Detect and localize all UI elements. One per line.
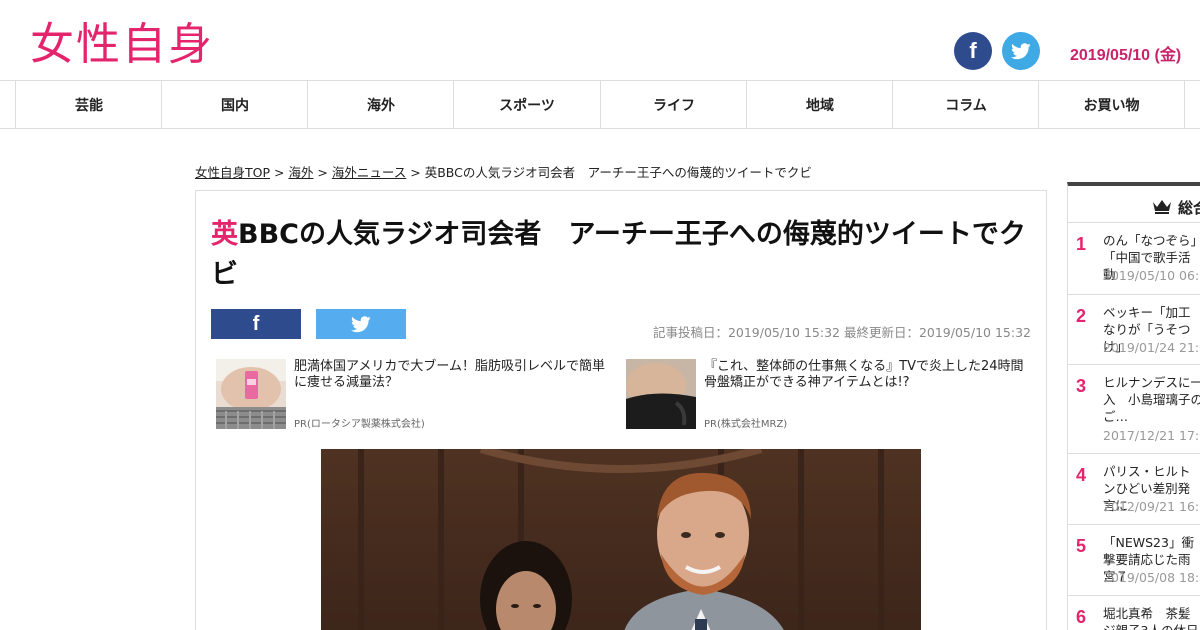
rank-number: 1 (1076, 234, 1087, 254)
rank-number: 5 (1076, 536, 1087, 556)
rank-headline[interactable]: ヒルナンデスに一入 小島瑠璃子のご… (1103, 374, 1200, 425)
rank-headline[interactable]: 堀北真希 茶髪ジ親子3人の休日で (1103, 605, 1200, 630)
breadcrumb-link-top[interactable]: 女性自身TOP (195, 165, 270, 180)
article-box: 英BBCの人気ラジオ司会者 アーチー王子への侮蔑的ツイートでクビ f 記事投稿日… (195, 190, 1047, 630)
site-logo[interactable]: 女性自身 (30, 20, 214, 70)
facebook-share-button[interactable]: f (211, 309, 301, 339)
article-meta: 記事投稿日：2019/05/10 15:32 最終更新日：2019/05/10 … (652, 325, 1031, 340)
nav-item-entertainment[interactable]: 芸能 (15, 81, 162, 129)
breadcrumb-link-overseas-news[interactable]: 海外ニュース (332, 165, 406, 180)
pr-thumbnail[interactable] (626, 359, 696, 429)
breadcrumb-current: 英BBCの人気ラジオ司会者 アーチー王子への侮蔑的ツイートでクビ (424, 165, 812, 180)
nav-item-sports[interactable]: スポーツ (453, 81, 600, 129)
ranking-item[interactable]: 4 パリス・ヒルトンひどい差別発言に 2012/09/21 16:00 (1068, 454, 1200, 525)
ranking-sidebar: 総合 1 のん「なつぞら」「中国で歌手活動 2019/05/10 06:00 2… (1067, 182, 1200, 630)
breadcrumb-separator: > (406, 165, 425, 180)
current-date: 2019/05/10 (金) (1070, 47, 1182, 64)
rank-number: 3 (1076, 376, 1087, 396)
twitter-bird-icon (1011, 42, 1031, 59)
rank-date: 2019/05/10 06:00 (1103, 268, 1200, 283)
breadcrumb-separator: > (313, 165, 332, 180)
main-nav: 芸能 国内 海外 スポーツ ライフ 地域 コラム お買い物 (0, 80, 1200, 129)
pr-item[interactable]: 肥満体国アメリカで大ブーム！脂肪吸引レベルで簡単に痩せる減量法？ PR(ロータシ… (216, 359, 611, 431)
twitter-share-button[interactable] (316, 309, 406, 339)
ranking-title: 総合 (1178, 199, 1200, 217)
breadcrumb-link-overseas[interactable]: 海外 (288, 165, 313, 180)
pr-item[interactable]: 『これ、整体師の仕事無くなる』TVで炎上した24時間骨盤矯正ができる神アイテムと… (626, 359, 1024, 431)
title-accent: 英 (211, 219, 238, 250)
ranking-item[interactable]: 1 のん「なつぞら」「中国で歌手活動 2019/05/10 06:00 (1068, 223, 1200, 295)
rank-number: 2 (1076, 306, 1087, 326)
rank-date: 2019/05/08 18:33 (1103, 570, 1200, 585)
facebook-icon[interactable]: f (954, 32, 992, 70)
nav-item-region[interactable]: 地域 (746, 81, 893, 129)
nav-item-shopping[interactable]: お買い物 (1038, 81, 1185, 129)
nav-item-life[interactable]: ライフ (600, 81, 747, 129)
rank-date: 2017/12/21 17:00 (1103, 428, 1200, 443)
ranking-item[interactable]: 6 堀北真希 茶髪ジ親子3人の休日で (1068, 596, 1200, 630)
rank-date: 2012/09/21 16:00 (1103, 499, 1200, 514)
rank-number: 6 (1076, 607, 1087, 627)
pr-headline[interactable]: 肥満体国アメリカで大ブーム！脂肪吸引レベルで簡単に痩せる減量法？ (294, 359, 614, 391)
crown-icon (1153, 200, 1171, 214)
pr-thumbnail[interactable] (216, 359, 286, 429)
breadcrumb: 女性自身TOP > 海外 > 海外ニュース > 英BBCの人気ラジオ司会者 アー… (195, 162, 812, 181)
nav-item-domestic[interactable]: 国内 (161, 81, 308, 129)
breadcrumb-separator: > (270, 165, 289, 180)
ranking-item[interactable]: 3 ヒルナンデスに一入 小島瑠璃子のご… 2017/12/21 17:00 (1068, 365, 1200, 454)
facebook-icon: f (252, 312, 260, 335)
pr-headline[interactable]: 『これ、整体師の仕事無くなる』TVで炎上した24時間骨盤矯正ができる神アイテムと… (704, 359, 1024, 391)
pr-source: PR(ロータシア製薬株式会社) (294, 419, 425, 430)
article-main-photo (321, 449, 921, 630)
title-text: BBCの人気ラジオ司会者 アーチー王子への侮蔑的ツイートでクビ (211, 219, 1026, 290)
nav-item-column[interactable]: コラム (892, 81, 1039, 129)
article-title: 英BBCの人気ラジオ司会者 アーチー王子への侮蔑的ツイートでクビ (211, 215, 1031, 295)
rank-date: 2019/01/24 21:36 (1103, 340, 1200, 355)
ranking-header: 総合 (1068, 186, 1200, 223)
rank-number: 4 (1076, 465, 1087, 485)
ranking-item[interactable]: 2 ベッキー「加工なりが「うそつけ」 2019/01/24 21:36 (1068, 295, 1200, 365)
twitter-icon[interactable] (1002, 32, 1040, 70)
ranking-item[interactable]: 5 「NEWS23」衝撃要請応じた雨宮７ 2019/05/08 18:33 (1068, 525, 1200, 596)
twitter-icon (351, 315, 371, 332)
pr-source: PR(株式会社MRZ) (704, 419, 788, 430)
nav-item-overseas[interactable]: 海外 (307, 81, 454, 129)
